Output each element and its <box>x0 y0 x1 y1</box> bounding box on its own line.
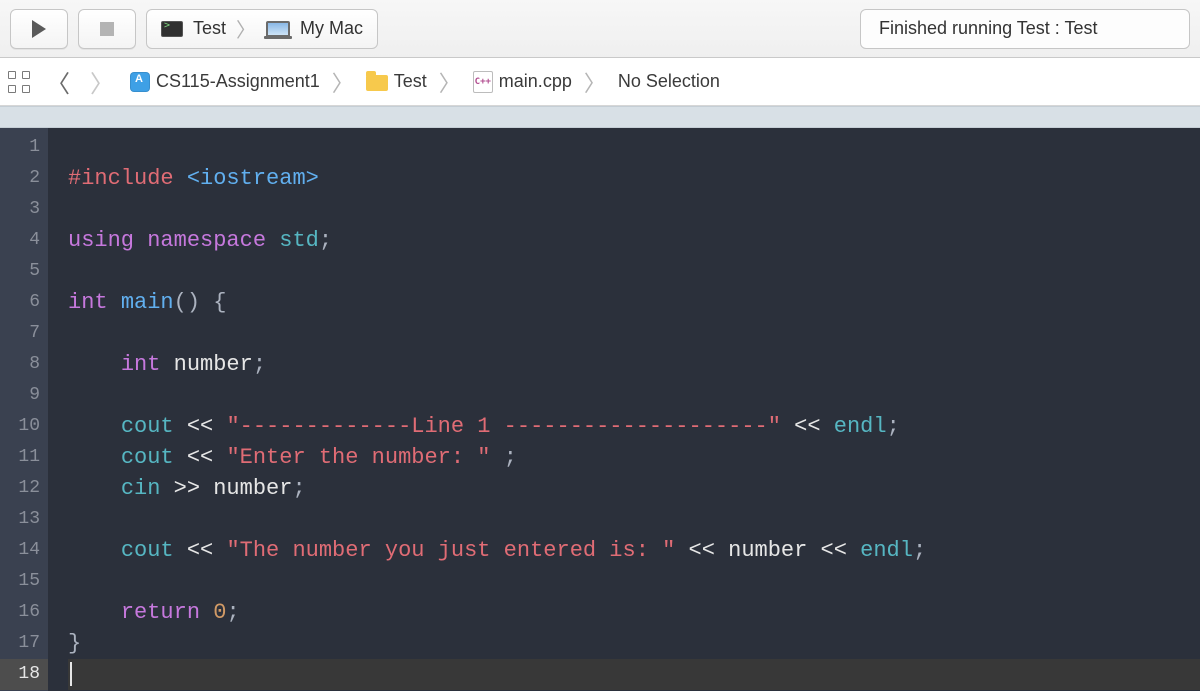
breadcrumb-selection[interactable]: No Selection <box>618 71 720 92</box>
top-toolbar: Test 〉 My Mac Finished running Test : Te… <box>0 0 1200 58</box>
line-number-gutter: 123456789101112131415161718 <box>0 128 48 691</box>
breadcrumb-project-label: CS115-Assignment1 <box>156 71 320 92</box>
line-number: 16 <box>0 597 40 628</box>
line-number: 7 <box>0 318 40 349</box>
chevron-right-icon: 〉 <box>236 14 256 43</box>
line-number: 18 <box>0 659 48 690</box>
line-number: 2 <box>0 163 40 194</box>
line-number: 9 <box>0 380 40 411</box>
line-number: 11 <box>0 442 40 473</box>
scheme-device-label: My Mac <box>300 18 363 39</box>
run-button[interactable] <box>10 9 68 49</box>
line-number: 3 <box>0 194 40 225</box>
line-number: 6 <box>0 287 40 318</box>
terminal-icon <box>161 21 183 37</box>
code-area[interactable]: #include <iostream> using namespace std;… <box>48 128 1200 691</box>
stop-icon <box>100 22 114 36</box>
line-number: 15 <box>0 566 40 597</box>
line-number: 4 <box>0 225 40 256</box>
nav-forward-button[interactable]: 〉 <box>86 64 118 99</box>
scheme-selector[interactable]: Test 〉 My Mac <box>146 9 378 49</box>
line-number: 14 <box>0 535 40 566</box>
jump-bar: 〈 〉 CS115-Assignment1 〉 Test 〉 C++ main.… <box>0 58 1200 106</box>
breadcrumb-project[interactable]: CS115-Assignment1 <box>130 71 320 92</box>
line-number: 10 <box>0 411 40 442</box>
line-number: 12 <box>0 473 40 504</box>
status-text: Finished running Test : Test <box>879 18 1097 39</box>
line-number: 5 <box>0 256 40 287</box>
stop-button[interactable] <box>78 9 136 49</box>
chevron-right-icon: 〉 <box>439 66 461 98</box>
tab-bar-placeholder <box>0 106 1200 128</box>
related-items-button[interactable] <box>8 71 30 93</box>
breadcrumb-folder-label: Test <box>394 71 427 92</box>
nav-back-button[interactable]: 〈 <box>42 64 74 99</box>
mac-icon <box>266 21 290 37</box>
scheme-target-label: Test <box>193 18 226 39</box>
line-number: 17 <box>0 628 40 659</box>
text-caret <box>70 662 72 686</box>
chevron-right-icon: 〉 <box>332 66 354 98</box>
chevron-right-icon: 〉 <box>584 66 606 98</box>
activity-status[interactable]: Finished running Test : Test <box>860 9 1190 49</box>
play-icon <box>32 20 46 38</box>
line-number: 1 <box>0 132 40 163</box>
breadcrumb-file-label: main.cpp <box>499 71 572 92</box>
project-icon <box>130 72 150 92</box>
line-number: 8 <box>0 349 40 380</box>
cpp-file-icon: C++ <box>473 71 493 93</box>
breadcrumb-folder[interactable]: Test <box>366 71 427 92</box>
folder-icon <box>366 75 388 91</box>
line-number: 13 <box>0 504 40 535</box>
code-editor[interactable]: 123456789101112131415161718 #include <io… <box>0 128 1200 691</box>
breadcrumb-file[interactable]: C++ main.cpp <box>473 71 572 93</box>
